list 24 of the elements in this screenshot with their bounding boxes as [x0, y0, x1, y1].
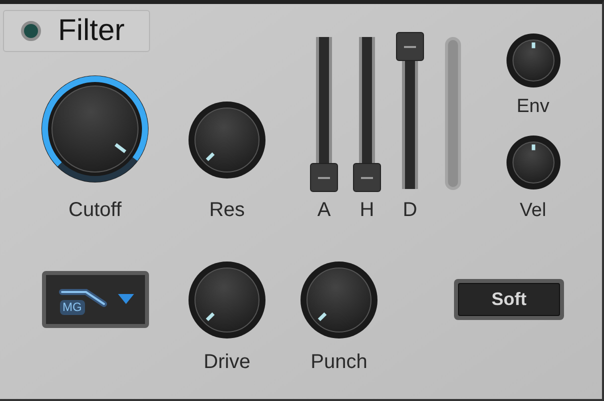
knob[interactable] — [506, 33, 560, 88]
filter-type-dropdown[interactable]: MG — [42, 271, 149, 328]
soft-button[interactable]: Soft — [454, 279, 564, 320]
knob[interactable] — [41, 75, 149, 183]
slider-thumb[interactable] — [310, 163, 338, 192]
knob-label: Drive — [204, 352, 250, 372]
knob[interactable] — [188, 101, 266, 179]
panel-title: Filter — [58, 16, 125, 46]
knob-label: D — [402, 200, 418, 220]
slider-thumb[interactable] — [353, 163, 381, 192]
slider-thumb[interactable] — [396, 32, 424, 61]
knob-label: Vel — [520, 201, 546, 220]
dropdown-arrow-icon — [118, 294, 134, 305]
knob[interactable] — [188, 261, 266, 339]
knob-label: A — [317, 200, 331, 220]
filter-type-label: MG — [60, 300, 85, 314]
knob-label: H — [360, 200, 374, 220]
knob-label: Env — [516, 97, 550, 116]
power-led[interactable] — [21, 21, 41, 41]
knob-label: Res — [209, 200, 245, 220]
knob-label: Punch — [310, 352, 368, 372]
knob[interactable] — [506, 135, 560, 190]
knob-label: Cutoff — [68, 200, 122, 220]
knob[interactable] — [300, 261, 378, 339]
